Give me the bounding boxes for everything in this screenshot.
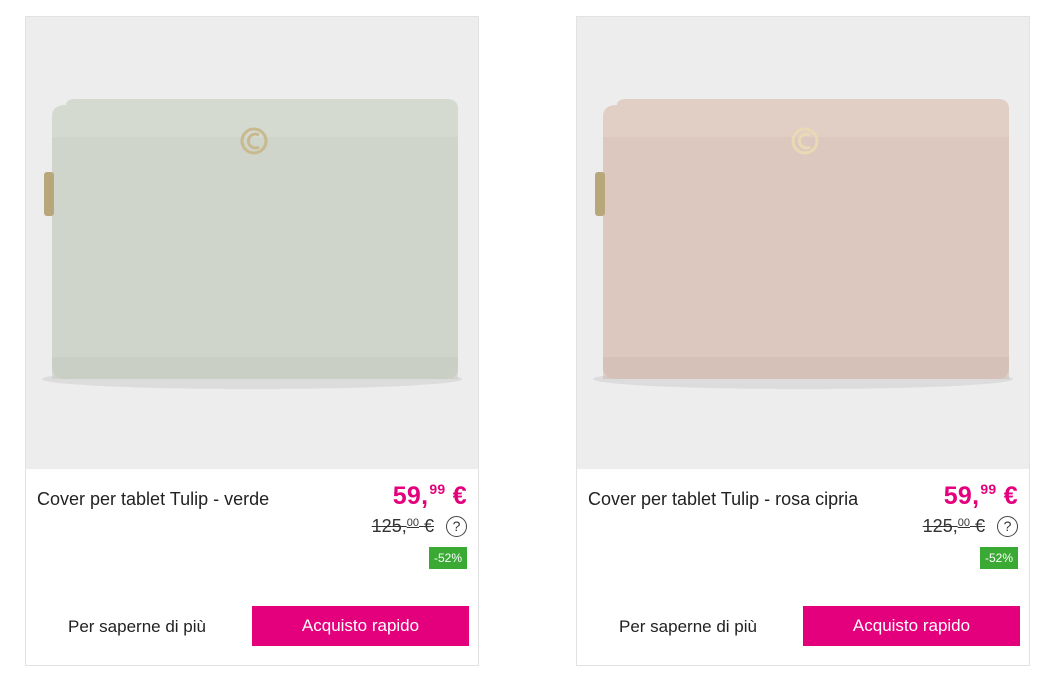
- price-currency: €: [452, 482, 467, 510]
- quick-buy-button[interactable]: Acquisto rapido: [252, 606, 469, 646]
- discount-badge: -52%: [979, 547, 1018, 569]
- product-title[interactable]: Cover per tablet Tulip - rosa cipria: [588, 485, 888, 514]
- old-price: 125,00 €: [923, 516, 985, 537]
- learn-more-link[interactable]: Per saperne di più: [619, 617, 757, 637]
- product-card: Cover per tablet Tulip - rosa cipria 59,…: [576, 16, 1030, 666]
- old-price-decimals: 00: [406, 517, 419, 529]
- current-price: 59,99 €: [393, 481, 467, 511]
- price-decimals: 99: [429, 481, 446, 497]
- price-decimals: 99: [980, 481, 997, 497]
- old-price-integer: 125,: [922, 516, 958, 536]
- product-image[interactable]: [577, 17, 1029, 469]
- old-price: 125,00 €: [372, 516, 434, 537]
- price-currency: €: [1003, 482, 1018, 510]
- tablet-sleeve-image: [26, 17, 478, 469]
- learn-more-link[interactable]: Per saperne di più: [68, 617, 206, 637]
- old-price-decimals: 00: [957, 517, 970, 529]
- price-integer: 59,: [943, 482, 980, 510]
- current-price: 59,99 €: [944, 481, 1018, 511]
- old-price-row: 125,00 € ?: [372, 516, 467, 537]
- product-image[interactable]: [26, 17, 478, 469]
- old-price-integer: 125,: [371, 516, 407, 536]
- question-mark-icon[interactable]: ?: [997, 516, 1018, 537]
- old-price-row: 125,00 € ?: [923, 516, 1018, 537]
- quick-buy-button[interactable]: Acquisto rapido: [803, 606, 1020, 646]
- discount-badge: -52%: [428, 547, 467, 569]
- tablet-sleeve-image: [577, 17, 1029, 469]
- old-price-currency: €: [423, 516, 434, 536]
- old-price-currency: €: [974, 516, 985, 536]
- product-title[interactable]: Cover per tablet Tulip - verde: [37, 485, 337, 514]
- product-card: Cover per tablet Tulip - verde 59,99 € 1…: [25, 16, 479, 666]
- price-integer: 59,: [392, 482, 429, 510]
- question-mark-icon[interactable]: ?: [446, 516, 467, 537]
